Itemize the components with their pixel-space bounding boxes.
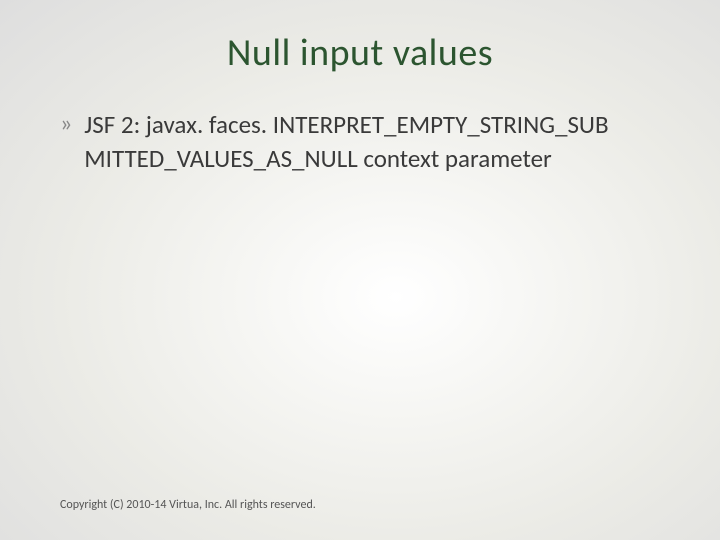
bullet-marker-icon: » [60,108,72,139]
slide-content: » JSF 2: javax. faces. INTERPRET_EMPTY_S… [50,108,670,176]
bullet-text: JSF 2: javax. faces. INTERPRET_EMPTY_STR… [84,108,670,176]
bullet-item: » JSF 2: javax. faces. INTERPRET_EMPTY_S… [60,108,670,176]
slide-title: Null input values [50,30,670,76]
copyright-footer: Copyright (C) 2010-14 Virtua, Inc. All r… [60,498,316,512]
slide-container: Null input values » JSF 2: javax. faces.… [0,0,720,540]
